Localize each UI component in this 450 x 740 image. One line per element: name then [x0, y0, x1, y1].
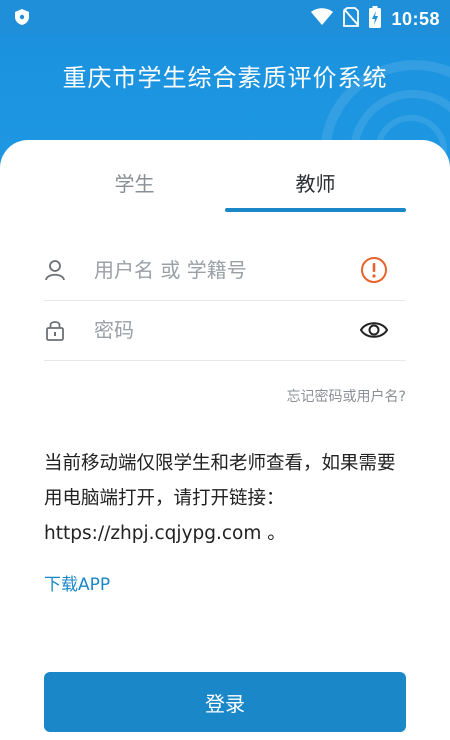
eye-icon[interactable]	[360, 316, 388, 344]
no-sim-icon	[343, 7, 360, 31]
username-input[interactable]	[92, 257, 336, 283]
shield-icon	[14, 8, 30, 26]
status-time: 10:58	[391, 8, 440, 29]
user-icon	[44, 259, 66, 281]
battery-charging-icon	[369, 6, 382, 32]
status-bar: 10:58	[0, 0, 450, 34]
tab-student[interactable]: 学生	[44, 162, 225, 212]
password-input[interactable]	[92, 317, 336, 343]
role-tabs: 学生 教师	[44, 162, 406, 212]
login-card	[0, 140, 450, 740]
forgot-password-link[interactable]: 忘记密码或用户名?	[287, 386, 406, 406]
username-field	[44, 240, 406, 301]
password-field	[44, 300, 406, 361]
login-button[interactable]: 登录	[44, 672, 406, 732]
lock-icon	[44, 319, 66, 341]
tab-teacher[interactable]: 教师	[225, 162, 406, 212]
app-title: 重庆市学生综合素质评价系统	[62, 64, 388, 92]
notice-text: 当前移动端仅限学生和老师查看，如果需要用电脑端打开，请打开链接：https://…	[44, 453, 396, 544]
alert-circle-icon[interactable]	[360, 256, 388, 284]
wifi-icon	[311, 8, 334, 30]
download-app-link[interactable]: 下载APP	[44, 570, 110, 595]
